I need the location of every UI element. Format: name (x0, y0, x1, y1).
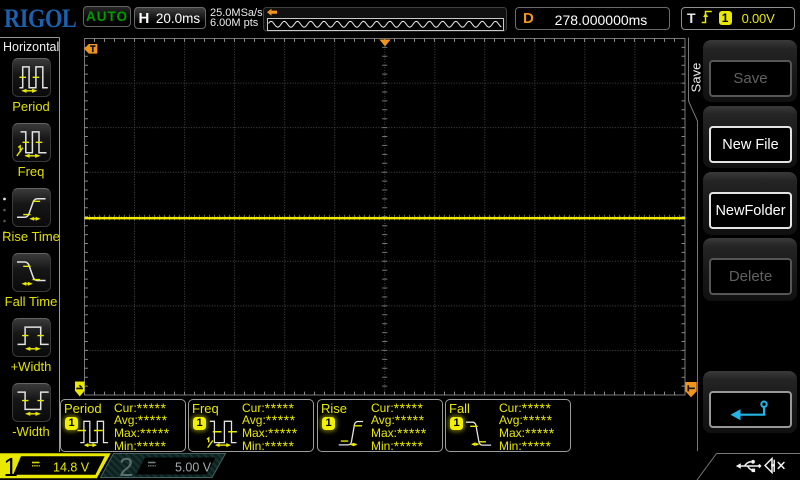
svg-text:1: 1 (4, 452, 18, 480)
svg-text:2: 2 (119, 452, 133, 480)
svg-text:14.8 V: 14.8 V (53, 460, 90, 474)
svg-text:5.00 V: 5.00 V (175, 460, 212, 474)
